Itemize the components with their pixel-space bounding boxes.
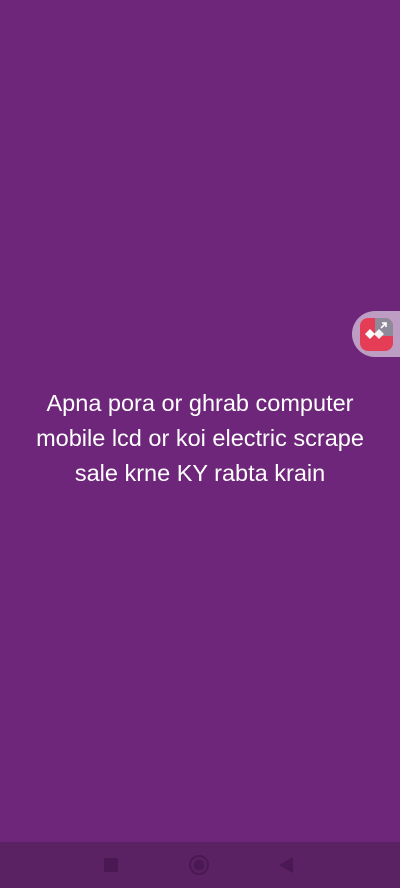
story-background[interactable]: Apna pora or ghrab computer mobile lcd o… xyxy=(0,0,400,842)
square-recents-icon[interactable] xyxy=(98,852,124,878)
floating-app-bubble[interactable] xyxy=(352,311,400,357)
triangle-back-icon[interactable] xyxy=(273,852,299,878)
system-navigation-bar xyxy=(0,842,400,888)
story-text: Apna pora or ghrab computer mobile lcd o… xyxy=(36,390,364,486)
circle-home-icon[interactable] xyxy=(186,852,212,878)
remote-app-icon xyxy=(360,318,393,351)
